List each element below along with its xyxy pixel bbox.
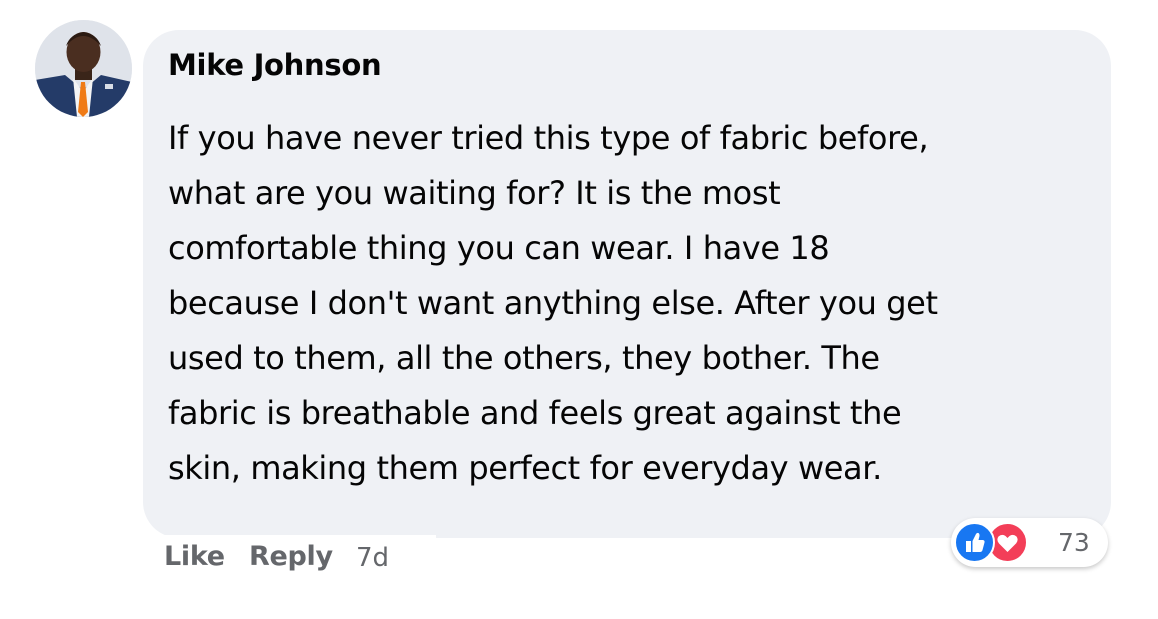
- comment-author[interactable]: Mike Johnson: [168, 48, 382, 82]
- thumbs-up-icon: [954, 522, 995, 563]
- like-button[interactable]: Like: [164, 541, 225, 572]
- avatar[interactable]: [35, 20, 132, 117]
- reaction-count: 73: [1058, 528, 1090, 557]
- comment-text: If you have never tried this type of fab…: [168, 119, 938, 487]
- avatar-photo: [35, 20, 132, 117]
- reply-button[interactable]: Reply: [249, 541, 333, 572]
- reactions-summary[interactable]: 73: [951, 518, 1108, 567]
- comment-timestamp[interactable]: 7d: [356, 543, 389, 573]
